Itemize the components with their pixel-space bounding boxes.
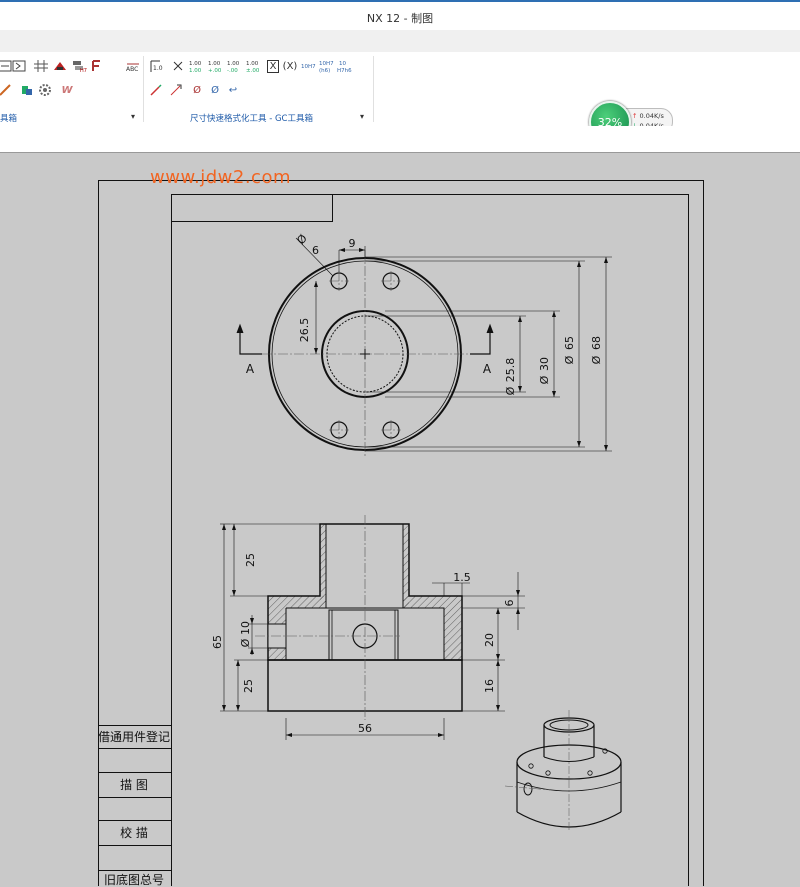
title-block-cell-3: 校 描 (120, 825, 148, 840)
front-dim-25-bottom: 25 (242, 679, 255, 693)
front-dim-56: 56 (358, 722, 372, 735)
title-block-cell-4: 旧底图总号 (104, 872, 164, 886)
section-label-right: A (483, 362, 492, 376)
front-dim-10-symbol: Ø (239, 638, 252, 647)
front-dim-16: 16 (483, 679, 496, 693)
front-dim-1-5: 1.5 (453, 571, 471, 584)
section-label-left: A (246, 362, 255, 376)
top-dim-26-5: 26.5 (298, 318, 311, 343)
front-dim-20: 20 (483, 633, 496, 647)
top-dim-30-symbol: Ø (538, 375, 551, 384)
top-dim-68-symbol: Ø (590, 355, 603, 364)
top-dim-30: 30 (538, 357, 551, 371)
top-dim-offset: 9 (349, 237, 356, 250)
front-dim-65: 65 (211, 635, 224, 649)
front-dim-25-top: 25 (244, 553, 257, 567)
left-title-block (98, 725, 172, 871)
top-dim-hole: 6 (312, 244, 319, 257)
top-dim-65-symbol: Ø (563, 355, 576, 364)
top-dim-25-8: 25.8 (504, 358, 517, 383)
corner-block (171, 194, 333, 222)
title-block-cell-1: 借通用件登记 (98, 729, 170, 744)
front-dim-10: 10 (239, 621, 252, 635)
sheet-inner-border (171, 194, 689, 886)
front-section-view (220, 515, 525, 740)
watermark: www.jdw2.com (150, 167, 291, 188)
sheet-outer-border (98, 180, 704, 886)
isometric-view (504, 710, 622, 830)
top-dim-65: 65 (563, 336, 576, 350)
top-view (236, 237, 612, 458)
title-block-cell-2: 描 图 (120, 778, 148, 792)
drawing-sheet-svg: 借通用件登记 描 图 校 描 旧底图总号 Ø 6 9 26.5 25.8 Ø 3… (98, 180, 704, 886)
front-dim-6: 6 (503, 600, 516, 607)
top-dim-25-8-symbol: Ø (504, 386, 517, 395)
top-dim-68: 68 (590, 336, 603, 350)
top-dim-hole-symbol: Ø (294, 232, 310, 247)
